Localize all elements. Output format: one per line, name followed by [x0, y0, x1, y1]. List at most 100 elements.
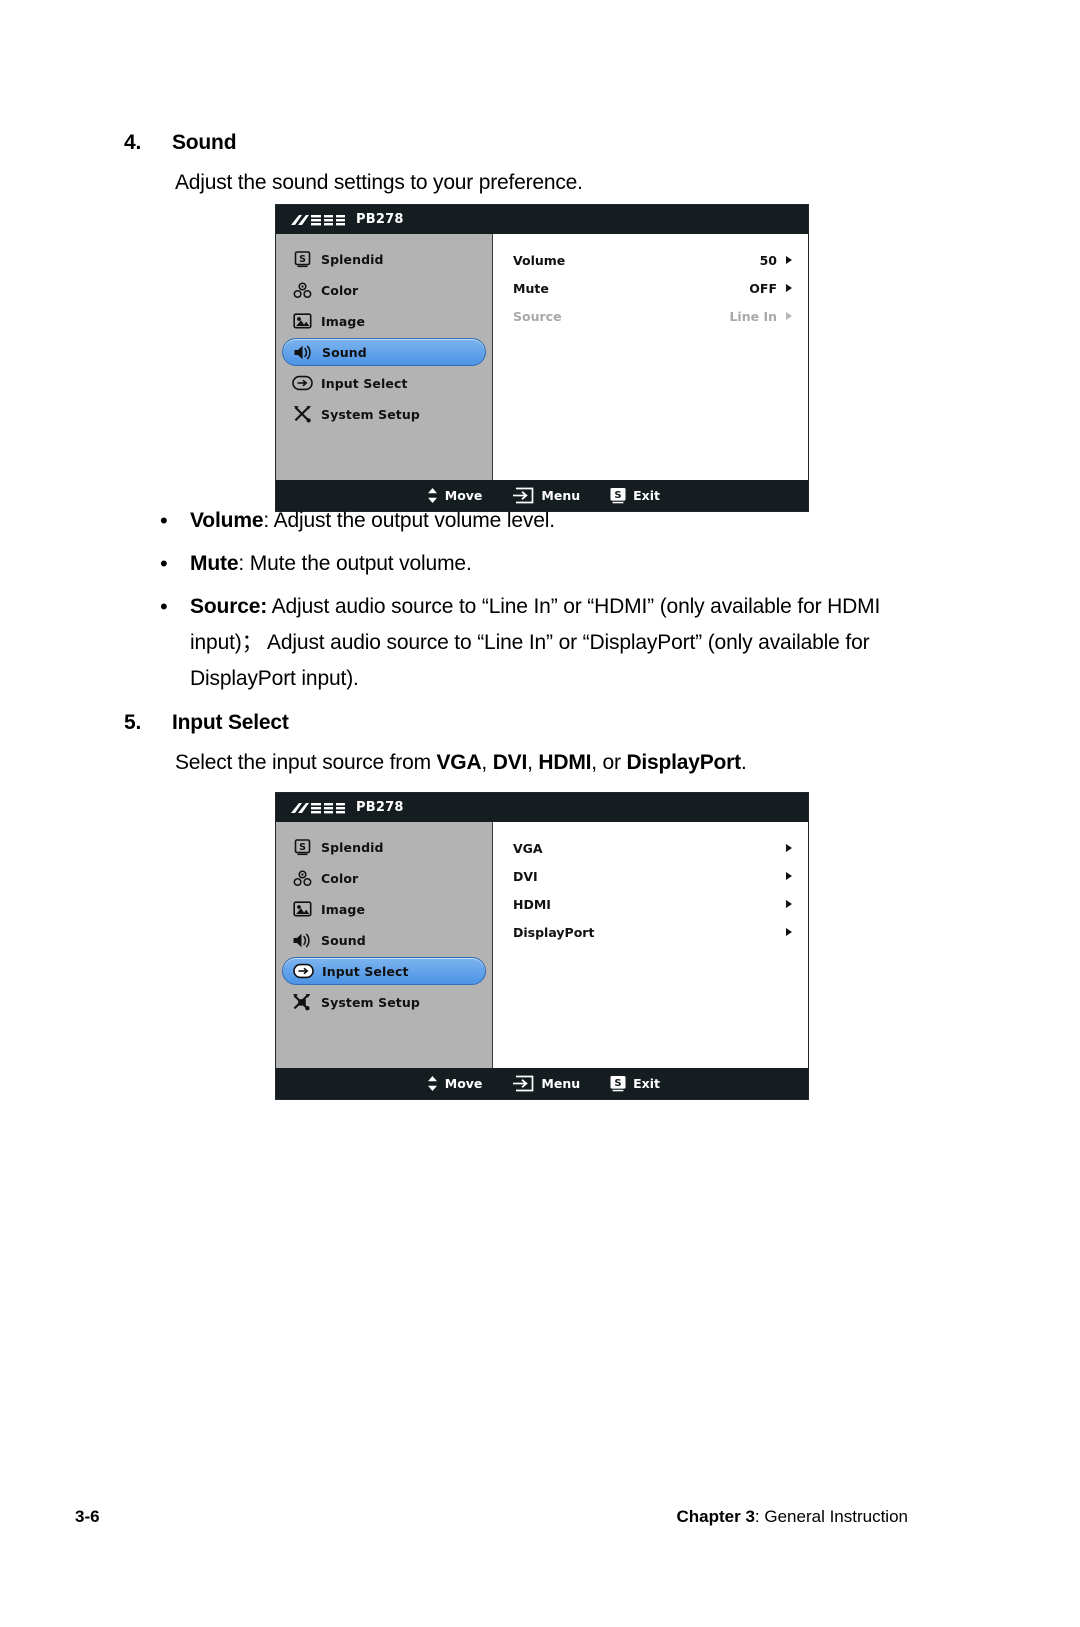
splendid-exit-icon: S — [610, 1076, 626, 1092]
chevron-right-icon — [786, 312, 792, 320]
sidebar-item-system-setup[interactable]: System Setup — [282, 400, 486, 428]
bullet-item-mute: • Mute: Mute the output volume. — [152, 546, 942, 582]
osd-window-input-select[interactable]: PB278 S Splendid Color Image Sound Input… — [275, 792, 809, 1100]
sidebar-item-label: Color — [321, 870, 359, 886]
osd-input-option-vga[interactable]: VGA — [513, 834, 792, 862]
chevron-right-icon[interactable] — [786, 844, 792, 852]
color-icon — [290, 868, 314, 888]
osd-content-pane: Volume 50 Mute OFF Source Line In — [493, 234, 808, 480]
bullet-content: Mute: Mute the output volume. — [190, 546, 472, 582]
svg-text:S: S — [615, 490, 622, 501]
footer-hint-label: Exit — [633, 1076, 660, 1091]
option-label: HDMI — [513, 896, 551, 912]
osd-input-option-displayport[interactable]: DisplayPort — [513, 918, 792, 946]
svg-text:S: S — [299, 842, 306, 853]
color-icon — [290, 280, 314, 300]
setting-label: Volume — [513, 252, 566, 268]
bullet-content: Source: Adjust audio source to “Line In”… — [190, 589, 942, 697]
bullet-marker: • — [160, 551, 168, 576]
bullet-item-volume: • Volume: Adjust the output volume level… — [152, 503, 942, 539]
sidebar-item-splendid[interactable]: S Splendid — [282, 833, 486, 861]
sidebar-item-label: Splendid — [321, 839, 384, 855]
section-number: 4. — [124, 131, 142, 154]
section-intro-sound: Adjust the sound settings to your prefer… — [175, 171, 583, 194]
chevron-right-icon[interactable] — [786, 928, 792, 936]
sidebar-item-sound[interactable]: Sound — [282, 338, 486, 366]
asus-logo-icon — [291, 214, 345, 225]
system-setup-icon — [290, 404, 314, 424]
bullet-description: Adjust the output volume level. — [273, 509, 556, 532]
osd-body: S Splendid Color Image Sound Input Selec… — [276, 234, 808, 480]
setting-value: Line In — [729, 308, 777, 324]
bullet-term: Source: — [190, 595, 268, 618]
osd-input-option-dvi[interactable]: DVI — [513, 862, 792, 890]
sidebar-item-color[interactable]: Color — [282, 864, 486, 892]
bullet-description-2: Adjust audio source to “Line In” or “Dis… — [190, 631, 870, 690]
sidebar-item-color[interactable]: Color — [282, 276, 486, 304]
footer-move-hint[interactable]: Move — [427, 1075, 482, 1092]
osd-titlebar: PB278 — [276, 793, 808, 822]
setting-label: Mute — [513, 280, 549, 296]
option-label: DisplayPort — [513, 924, 595, 940]
page-footer-chapter: Chapter 3: General Instruction — [677, 1507, 909, 1527]
osd-setting-row[interactable]: Volume 50 — [513, 246, 792, 274]
section-heading-sound: 4. Sound — [124, 131, 237, 155]
page-number: 3-6 — [75, 1507, 100, 1526]
section-title: Sound — [172, 131, 237, 154]
splendid-icon: S — [290, 249, 314, 269]
updown-arrows-icon — [427, 1076, 437, 1091]
sidebar-item-system-setup[interactable]: System Setup — [282, 988, 486, 1016]
osd-model-label: PB278 — [356, 800, 404, 815]
footer-menu-hint[interactable]: Menu — [512, 1075, 580, 1092]
sidebar-item-label: Image — [321, 313, 366, 329]
sidebar-item-label: Image — [321, 901, 366, 917]
footer-move-hint[interactable]: Move — [427, 487, 482, 504]
chevron-right-icon[interactable] — [786, 284, 792, 292]
intro-mid: , or — [591, 751, 627, 774]
image-icon — [290, 311, 314, 331]
sidebar-item-label: Color — [321, 282, 359, 298]
footer-exit-hint[interactable]: S Exit — [610, 487, 660, 504]
sidebar-item-label: Sound — [322, 344, 367, 360]
sidebar-item-image[interactable]: Image — [282, 895, 486, 923]
intro-item-displayport: DisplayPort — [626, 751, 741, 774]
option-label: VGA — [513, 840, 543, 856]
intro-item-dvi: DVI — [492, 751, 528, 774]
osd-sidebar: S Splendid Color Image Sound Input Selec… — [276, 822, 493, 1068]
sidebar-item-input-select[interactable]: Input Select — [282, 957, 486, 985]
osd-window-sound[interactable]: PB278 S Splendid Color Image Sound Input… — [275, 204, 809, 512]
menu-enter-icon — [513, 1075, 534, 1092]
chevron-right-icon[interactable] — [786, 256, 792, 264]
splendid-icon: S — [290, 837, 314, 857]
bullet-content: Volume: Adjust the output volume level. — [190, 503, 555, 539]
sound-settings-bullet-list: • Volume: Adjust the output volume level… — [152, 503, 942, 704]
intro-prefix: Select the input source from — [175, 751, 437, 774]
osd-setting-row[interactable]: Mute OFF — [513, 274, 792, 302]
sidebar-item-label: System Setup — [321, 406, 420, 422]
bullet-term: Volume — [190, 509, 264, 532]
setting-value: OFF — [749, 280, 777, 296]
chevron-right-icon[interactable] — [786, 900, 792, 908]
intro-item-vga: VGA — [436, 751, 482, 774]
sidebar-item-image[interactable]: Image — [282, 307, 486, 335]
osd-model-label: PB278 — [356, 212, 404, 227]
bullet-term: Mute — [190, 552, 239, 575]
bullet-description: Mute the output volume. — [249, 552, 472, 575]
input-select-icon — [291, 961, 315, 981]
sidebar-item-label: Input Select — [321, 375, 408, 391]
bullet-item-source: • Source: Adjust audio source to “Line I… — [152, 589, 942, 697]
section-number: 5. — [124, 711, 142, 734]
footer-exit-hint[interactable]: S Exit — [610, 1075, 660, 1092]
sidebar-item-splendid[interactable]: S Splendid — [282, 245, 486, 273]
section-heading-input-select: 5. Input Select — [124, 711, 289, 735]
chevron-right-icon[interactable] — [786, 872, 792, 880]
sidebar-item-sound[interactable]: Sound — [282, 926, 486, 954]
sidebar-item-input-select[interactable]: Input Select — [282, 369, 486, 397]
osd-input-option-hdmi[interactable]: HDMI — [513, 890, 792, 918]
updown-arrows-icon — [427, 488, 437, 503]
osd-content-pane: VGA DVI HDMI DisplayPort — [493, 822, 808, 1068]
footer-menu-hint[interactable]: Menu — [512, 487, 580, 504]
splendid-exit-icon: S — [610, 488, 626, 504]
image-icon — [290, 899, 314, 919]
option-label: DVI — [513, 868, 538, 884]
